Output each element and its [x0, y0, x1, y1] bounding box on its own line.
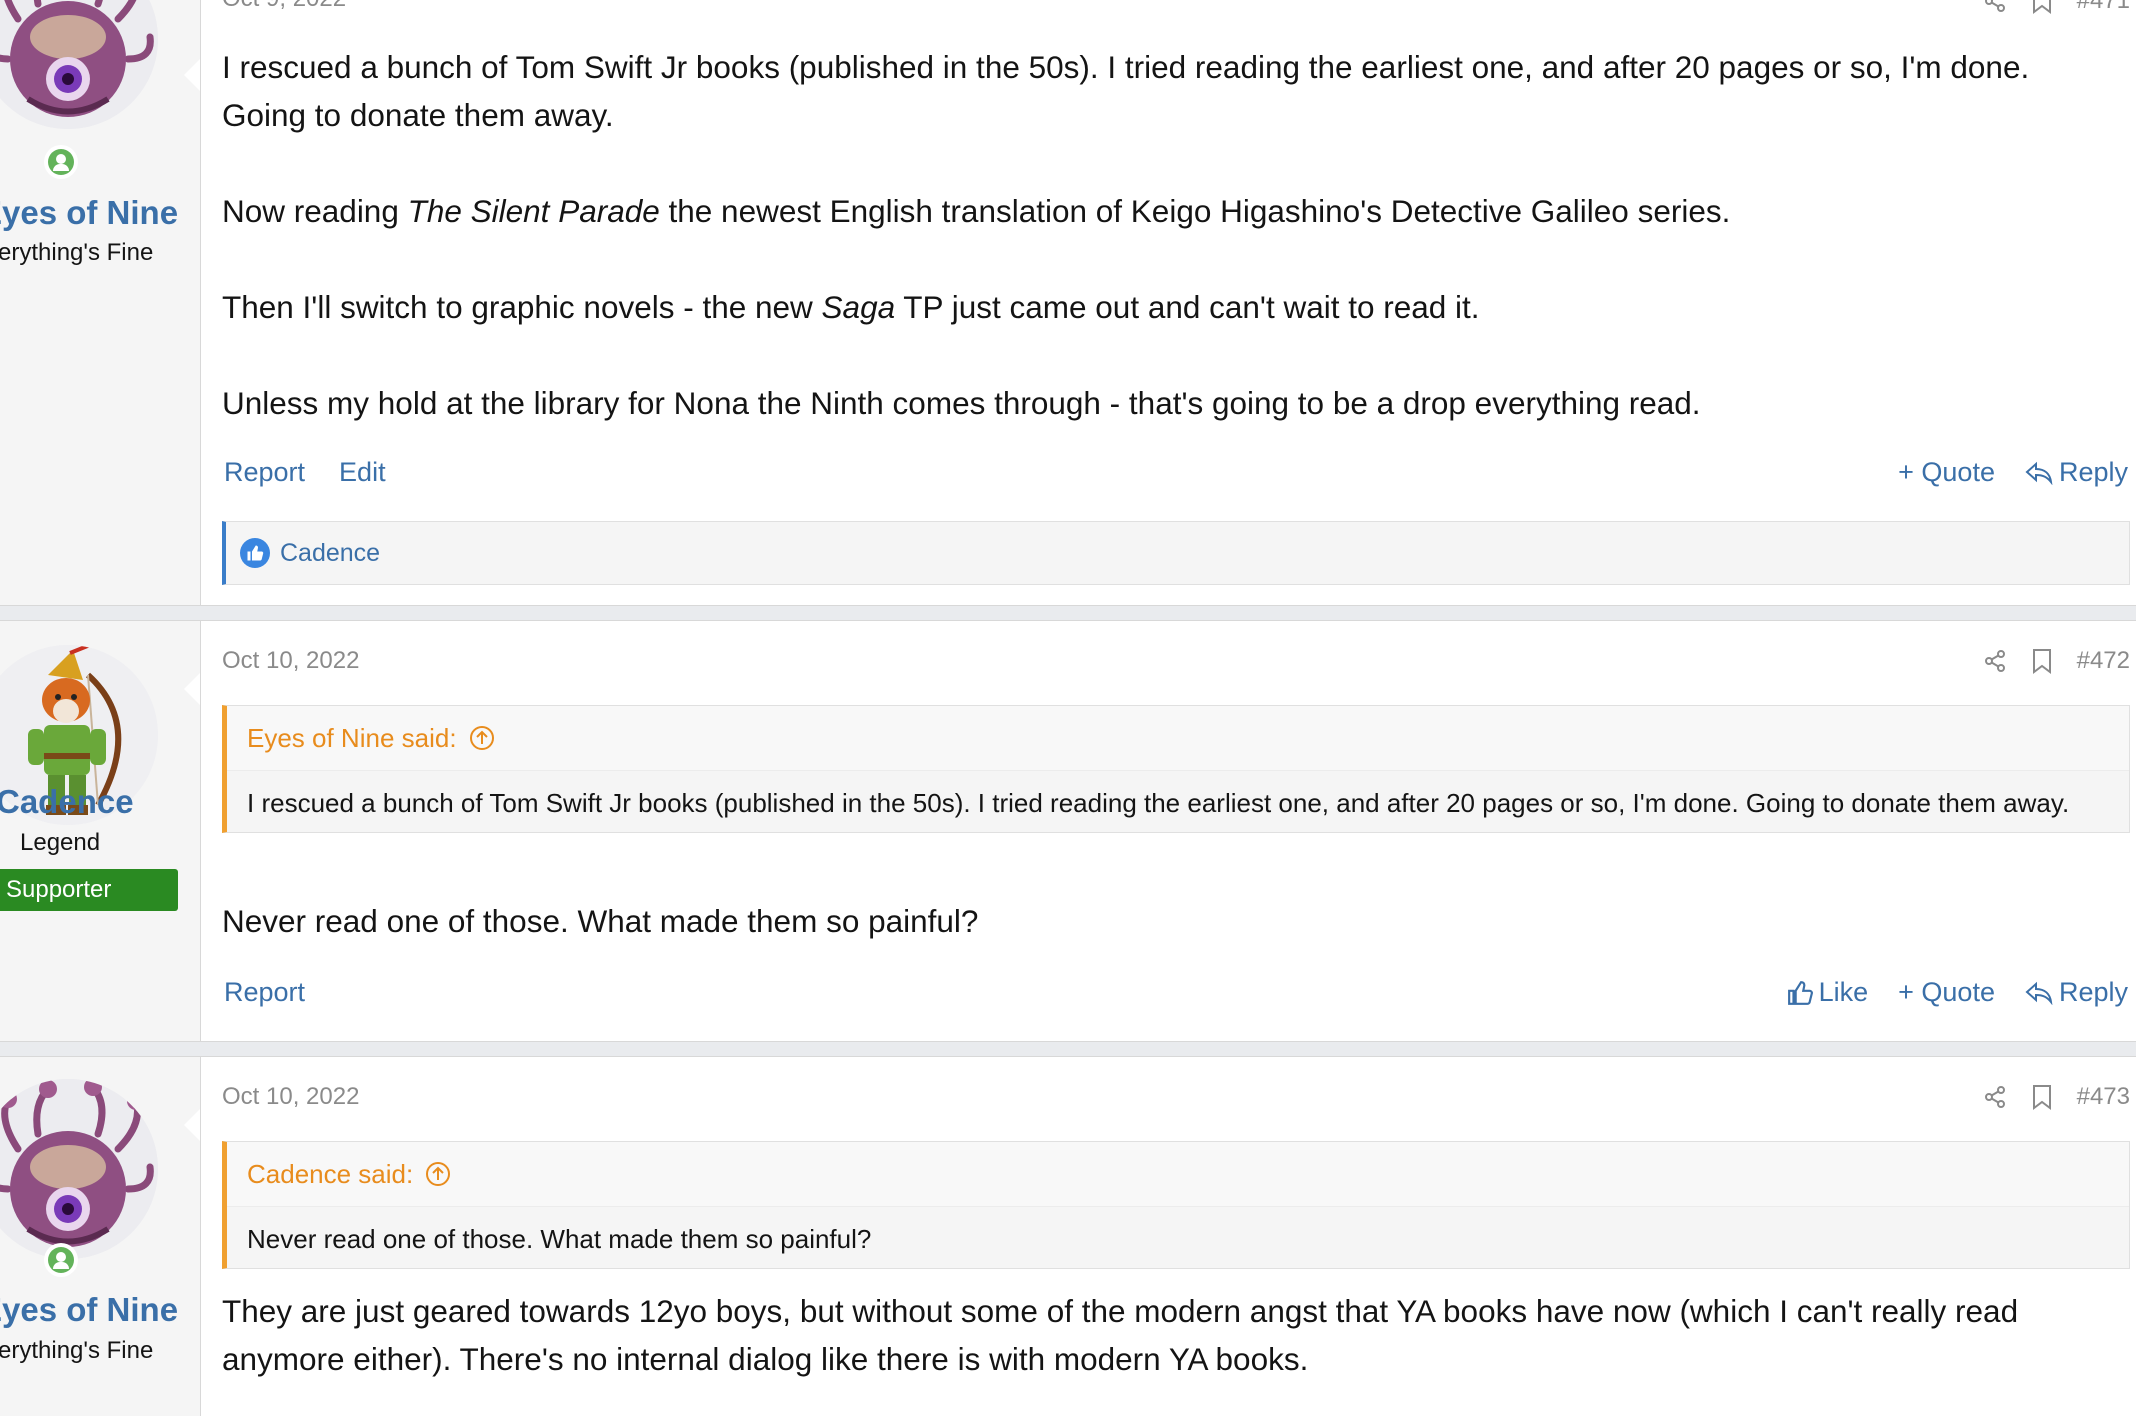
- beholder-avatar-icon: [0, 1079, 158, 1259]
- quote-block: Eyes of Nine said: I rescued a bunch of …: [222, 705, 2130, 833]
- user-title: Everything's Fine: [0, 1337, 154, 1364]
- post-number[interactable]: #472: [2077, 647, 2130, 675]
- like-button[interactable]: Like: [1787, 977, 1869, 1008]
- post-body: I rescued a bunch of Tom Swift Jr books …: [222, 43, 2122, 427]
- post-body: They are just geared towards 12yo boys, …: [222, 1287, 2122, 1383]
- message-arrow: [184, 673, 200, 705]
- quote-text: Never read one of those. What made them …: [247, 1224, 872, 1254]
- post-meta: #473: [1983, 1083, 2130, 1111]
- quote-text: I rescued a bunch of Tom Swift Jr books …: [247, 788, 2070, 818]
- post-meta: #472: [1983, 647, 2130, 675]
- message-arrow: [184, 59, 200, 91]
- quote-author[interactable]: Eyes of Nine said:: [247, 723, 457, 754]
- bookmark-icon[interactable]: [2031, 0, 2053, 14]
- post-473: Eyes of Nine Everything's Fine Oct 10, 2…: [0, 1056, 2136, 1416]
- thumbs-up-icon: [1787, 980, 1813, 1005]
- book-title: Saga: [821, 289, 896, 325]
- quote-header[interactable]: Cadence said:: [227, 1142, 2129, 1207]
- go-to-quote-icon[interactable]: [425, 1161, 451, 1187]
- share-icon[interactable]: [1983, 649, 2007, 673]
- go-to-quote-icon[interactable]: [469, 725, 495, 751]
- username[interactable]: Cadence: [0, 783, 134, 821]
- paragraph: Never read one of those. What made them …: [222, 903, 979, 939]
- post-date[interactable]: Oct 10, 2022: [222, 647, 359, 675]
- quote-button[interactable]: + Quote: [1898, 457, 1995, 488]
- avatar[interactable]: [0, 0, 158, 129]
- paragraph: They are just geared towards 12yo boys, …: [222, 1293, 2019, 1377]
- message-arrow: [184, 1109, 200, 1141]
- paragraph: Then I'll switch to graphic novels - the…: [222, 289, 1480, 325]
- post-actions-right: Like + Quote Reply: [1787, 977, 2128, 1008]
- user-title: Legend: [20, 829, 101, 856]
- reply-button[interactable]: Reply: [2025, 977, 2128, 1008]
- beholder-avatar-icon: [0, 0, 158, 129]
- user-column: Cadence Legend Supporter: [0, 621, 201, 1041]
- post-meta: #471: [1983, 0, 2130, 15]
- supporter-badge: Supporter: [0, 869, 178, 911]
- quote-author[interactable]: Cadence said:: [247, 1159, 413, 1190]
- post-date[interactable]: Oct 9, 2022: [222, 0, 346, 13]
- post-472: Cadence Legend Supporter Oct 10, 2022 #4…: [0, 620, 2136, 1042]
- post-separator: [0, 1042, 2136, 1056]
- post-471: Eyes of Nine Everything's Fine Oct 9, 20…: [0, 0, 2136, 606]
- reply-button[interactable]: Reply: [2025, 457, 2128, 488]
- paragraph: I rescued a bunch of Tom Swift Jr books …: [222, 49, 2030, 133]
- avatar[interactable]: [0, 1079, 158, 1259]
- bookmark-icon[interactable]: [2031, 1084, 2053, 1110]
- reply-label: Reply: [2058, 977, 2128, 1007]
- post-body: Never read one of those. What made them …: [222, 897, 2122, 945]
- reactions-bar[interactable]: Cadence: [222, 521, 2130, 585]
- online-status-icon: [44, 145, 78, 179]
- like-reaction-icon: [240, 538, 270, 568]
- post-actions-left: Report Edit: [224, 457, 386, 488]
- user-column: Eyes of Nine Everything's Fine: [0, 0, 201, 605]
- quote-button[interactable]: + Quote: [1898, 977, 1995, 1008]
- post-number[interactable]: #473: [2077, 1083, 2130, 1111]
- share-icon[interactable]: [1983, 0, 2007, 13]
- book-title: The Silent Parade: [407, 193, 660, 229]
- paragraph: Unless my hold at the library for Nona t…: [222, 385, 1701, 421]
- quote-header[interactable]: Eyes of Nine said:: [227, 706, 2129, 771]
- quote-block: Cadence said: Never read one of those. W…: [222, 1141, 2130, 1269]
- post-separator: [0, 606, 2136, 620]
- like-label: Like: [1818, 977, 1869, 1007]
- bookmark-icon[interactable]: [2031, 648, 2053, 674]
- reply-icon: [2025, 981, 2053, 1005]
- reply-label: Reply: [2058, 457, 2128, 487]
- paragraph: Now reading The Silent Parade the newest…: [222, 193, 1731, 229]
- report-link[interactable]: Report: [224, 457, 305, 488]
- edit-link[interactable]: Edit: [339, 457, 386, 488]
- reply-icon: [2025, 461, 2053, 485]
- reaction-user-link[interactable]: Cadence: [280, 539, 380, 568]
- share-icon[interactable]: [1983, 1085, 2007, 1109]
- user-column: Eyes of Nine Everything's Fine: [0, 1057, 201, 1416]
- online-status-icon: [44, 1243, 78, 1277]
- post-actions-left: Report: [224, 977, 305, 1008]
- user-title: Everything's Fine: [0, 239, 154, 266]
- post-date[interactable]: Oct 10, 2022: [222, 1083, 359, 1111]
- username[interactable]: Eyes of Nine: [0, 1291, 178, 1329]
- post-number[interactable]: #471: [2077, 0, 2130, 15]
- report-link[interactable]: Report: [224, 977, 305, 1008]
- post-actions-right: + Quote Reply: [1898, 457, 2128, 488]
- username[interactable]: Eyes of Nine: [0, 194, 178, 232]
